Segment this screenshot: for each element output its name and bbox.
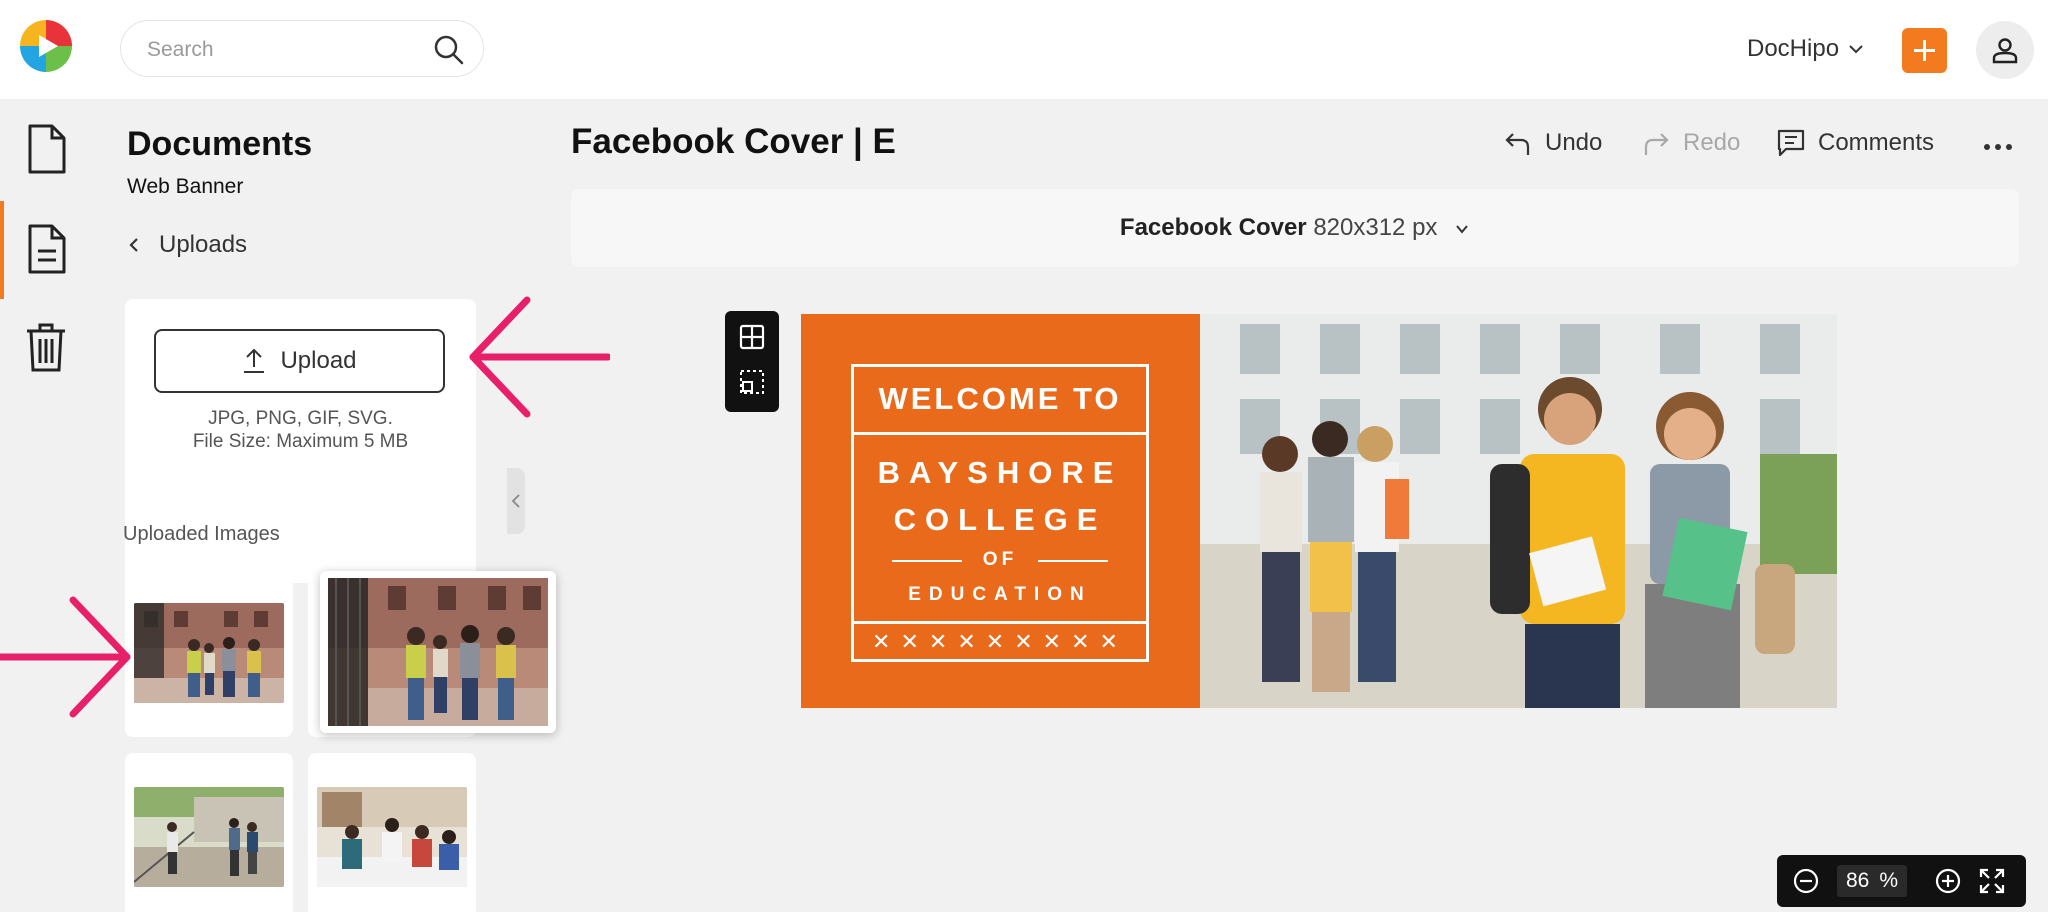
dragged-image-thumb[interactable] [320,571,556,733]
undo-icon [1505,133,1530,155]
zoom-value: 86 [1845,869,1870,892]
college-name-line2[interactable]: COLLEGE [854,502,1146,538]
panel-title: Documents [127,125,313,163]
comments-icon [1777,129,1805,157]
design-canvas[interactable]: WELCOME TO BAYSHORE COLLEGE OF EDUCATION… [801,314,1837,708]
documents-icon[interactable] [22,223,70,275]
chevron-down-icon [1456,225,1468,234]
user-icon [1992,38,2018,64]
upload-requirements: JPG, PNG, GIF, SVG. File Size: Maximum 5… [125,407,476,453]
left-icon-rail [0,99,95,912]
comments-label: Comments [1818,129,1935,156]
upload-icon [244,348,265,373]
of-row: OF [892,549,1108,573]
fullscreen-icon[interactable] [1978,867,2006,895]
more-options-icon[interactable] [1983,143,2013,151]
new-document-icon[interactable] [22,123,70,175]
search-input[interactable]: Search [147,38,214,62]
redo-icon [1644,133,1669,155]
top-bar: Search DocHipo [0,0,2048,99]
search-box[interactable]: Search [120,20,484,77]
students-photo[interactable] [1200,314,1837,708]
grid-icon[interactable] [738,323,766,351]
education-text[interactable]: EDUCATION [854,584,1146,606]
annotation-arrow-left [469,296,610,418]
chevron-down-icon [1849,45,1863,54]
trash-icon[interactable] [22,321,70,373]
college-name-line1[interactable]: BAYSHORE [854,455,1146,491]
upload-formats: JPG, PNG, GIF, SVG. [208,408,393,429]
undo-button[interactable]: Undo [1503,128,1602,158]
uploads-back-label: Uploads [159,231,248,258]
comments-button[interactable]: Comments [1776,128,1934,158]
documents-panel: Documents Web Banner Uploads Upload JPG,… [95,99,507,912]
dragged-image [328,578,548,726]
uploaded-image [134,787,284,887]
zoom-in-icon[interactable] [1934,867,1962,895]
welcome-frame[interactable]: WELCOME TO BAYSHORE COLLEGE OF EDUCATION… [851,364,1149,662]
decor-crosses: ✕✕✕✕✕✕✕✕✕ [872,629,1128,654]
welcome-text[interactable]: WELCOME TO [854,381,1146,417]
redo-label: Redo [1683,129,1741,156]
undo-label: Undo [1545,129,1603,156]
user-avatar-button[interactable] [1976,21,2034,79]
workspace-menu-label: DocHipo [1747,35,1840,62]
uploaded-image-thumb[interactable] [308,753,476,912]
panel-subtitle: Web Banner [127,175,244,198]
of-text[interactable]: OF [892,549,1108,571]
frame-divider [854,621,1146,624]
zoom-out-icon[interactable] [1792,867,1820,895]
redo-button[interactable]: Redo [1641,128,1740,158]
select-area-icon[interactable] [738,368,766,396]
canvas-tools [725,311,779,412]
uploaded-image-thumb[interactable] [125,753,293,912]
document-title[interactable]: Facebook Cover | E [571,122,911,170]
uploaded-image [317,787,467,887]
upload-button[interactable]: Upload [154,329,445,393]
upload-size-limit: File Size: Maximum 5 MB [192,431,409,452]
active-indicator [0,201,4,299]
create-new-button[interactable] [1902,28,1947,73]
canvas-size-name: Facebook Cover [1119,214,1307,241]
uploads-back-link[interactable]: Uploads [127,231,247,259]
zoom-unit: % [1879,869,1899,892]
canvas-size-dimensions: 820x312 px [1313,214,1438,241]
uploaded-images-title: Uploaded Images [123,523,280,545]
uploaded-image-thumb[interactable] [125,569,293,737]
canvas-size-label: Facebook Cover 820x312 px [571,214,2019,242]
annotation-arrow-right [0,596,131,718]
dochipo-logo[interactable] [18,18,74,74]
frame-divider [854,432,1146,435]
chevron-left-icon [511,494,520,508]
canvas-size-selector[interactable]: Facebook Cover 820x312 px [571,189,2019,267]
zoom-controls: 86 % [1777,855,2026,907]
chevron-left-icon [129,238,138,252]
search-icon[interactable] [433,34,465,66]
uploaded-image [134,603,284,703]
zoom-level[interactable]: 86 % [1837,865,1907,897]
workspace-menu[interactable]: DocHipo [1747,32,1865,66]
collapse-panel-handle[interactable] [507,468,525,534]
upload-button-label: Upload [280,347,357,374]
